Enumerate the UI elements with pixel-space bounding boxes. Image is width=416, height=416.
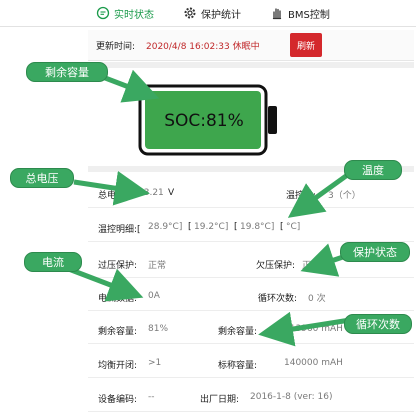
nominal-capacity-label: 标称容量:	[218, 361, 258, 371]
callout-cycle-count: 循环次数	[344, 314, 412, 334]
remaining-capacity-mah-label: 剩余容量:	[218, 327, 258, 337]
tab-protection-stats[interactable]: 保护统计	[183, 0, 241, 26]
chat-icon	[96, 6, 110, 20]
manufacture-date-value: 2016-1-8 (ver: 16)	[250, 392, 333, 402]
cycle-count-label: 循环次数:	[258, 294, 298, 304]
device-info-row: 设备编码: -- 出厂日期: 2016-1-8 (ver: 16)	[88, 384, 414, 412]
section-divider	[88, 62, 414, 68]
manufacture-date-label: 出厂日期:	[200, 395, 240, 405]
total-voltage-value: 53.21	[138, 188, 164, 198]
nominal-capacity-value: 140000 mAH	[284, 358, 343, 368]
callout-protection-status: 保护状态	[340, 242, 410, 262]
under-voltage-value: 正常	[302, 261, 321, 271]
callout-total-voltage: 总电压	[10, 168, 74, 188]
refresh-button[interactable]: 刷新	[290, 33, 322, 57]
tab-protection-stats-label: 保护统计	[201, 9, 241, 21]
temp-detail-value-1: 28.9°C]	[148, 222, 183, 232]
current-label: 电流数据:	[98, 294, 138, 304]
current-cycle-row: 电流数据: 0A 循环次数: 0 次	[88, 283, 414, 311]
tab-realtime-status-label: 实时状态	[114, 9, 154, 21]
cycle-count-value: 0 次	[308, 294, 326, 304]
tab-bms-control[interactable]: BMS控制	[270, 0, 330, 26]
temp-count-label: 温控数:	[286, 191, 317, 201]
update-time-row: 更新时间: 2020/4/8 16:02:33 休眠中 刷新	[88, 30, 414, 61]
update-time-value: 2020/4/8 16:02:33 休眠中	[146, 42, 260, 52]
device-code-value: --	[148, 392, 155, 402]
temp-detail-bracket: [	[234, 222, 238, 232]
remaining-capacity-mah-value: 113960 mAH	[284, 324, 343, 334]
battery-soc-graphic: SOC:81%	[138, 84, 277, 156]
balance-nominal-row: 均衡开闭: >1 标称容量: 140000 mAH	[88, 350, 414, 378]
over-voltage-label: 过压保护:	[98, 261, 138, 271]
hand-icon	[272, 8, 282, 20]
tab-bms-control-label: BMS控制	[288, 9, 330, 21]
under-voltage-label: 欠压保护:	[256, 261, 296, 271]
remaining-capacity-label: 剩余容量:	[98, 327, 138, 337]
total-voltage-unit: V	[168, 188, 175, 198]
total-voltage-label: 总电压:	[98, 191, 129, 201]
callout-temperature: 温度	[344, 160, 402, 180]
temp-detail-value-2: 19.2°C]	[194, 222, 229, 232]
current-value: 0A	[148, 291, 160, 301]
temp-detail-bracket: [	[280, 222, 284, 232]
device-code-label: 设备编码:	[98, 395, 138, 405]
remaining-capacity-value: 81%	[148, 324, 169, 334]
callout-remaining-capacity: 剩余容量	[26, 62, 108, 82]
temp-detail-bracket: [	[188, 222, 192, 232]
callout-current: 电流	[24, 252, 82, 272]
temp-detail-value-3: 19.8°C]	[240, 222, 275, 232]
temp-detail-value-4: °C]	[286, 222, 301, 232]
temp-count-value: 3（个）	[328, 191, 361, 201]
balance-switch-label: 均衡开闭:	[98, 361, 138, 371]
balance-switch-value: >1	[148, 358, 162, 368]
battery-soc-text: SOC:81%	[164, 111, 244, 131]
voltage-temp-count-row: 总电压: 53.21 V 温控数: 3（个）	[88, 180, 414, 208]
gear-icon	[184, 7, 196, 19]
top-tab-bar: 实时状态 保护统计 BMS控制	[0, 0, 416, 27]
update-time-label: 更新时间:	[96, 42, 136, 52]
over-voltage-value: 正常	[148, 261, 167, 271]
tab-realtime-status[interactable]: 实时状态	[96, 0, 154, 26]
temp-detail-row: 温控明细:[ 28.9°C] [ 19.2°C] [ 19.8°C] [ °C]	[88, 214, 414, 242]
temp-detail-label: 温控明细:[	[98, 225, 141, 235]
